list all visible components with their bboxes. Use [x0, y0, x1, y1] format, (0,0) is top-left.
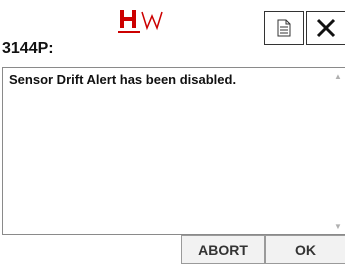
vertical-scrollbar[interactable]: ▲ ▼	[331, 68, 345, 234]
document-button[interactable]	[264, 11, 304, 45]
message-text: Sensor Drift Alert has been disabled.	[9, 72, 237, 87]
header-bar: 3144P:	[0, 0, 345, 64]
message-box: Sensor Drift Alert has been disabled. ▲ …	[2, 67, 345, 235]
footer-bar: ABORT OK	[0, 235, 345, 264]
abort-button[interactable]: ABORT	[181, 235, 265, 264]
page-title: 3144P:	[2, 40, 54, 57]
scroll-down-arrow-icon[interactable]: ▼	[331, 220, 345, 232]
scroll-up-arrow-icon[interactable]: ▲	[331, 70, 345, 82]
document-icon	[277, 19, 291, 37]
close-icon	[316, 18, 336, 38]
ok-button[interactable]: OK	[265, 235, 345, 264]
logo-icon	[118, 10, 163, 33]
close-button[interactable]	[306, 11, 345, 45]
device-logo	[116, 6, 176, 40]
